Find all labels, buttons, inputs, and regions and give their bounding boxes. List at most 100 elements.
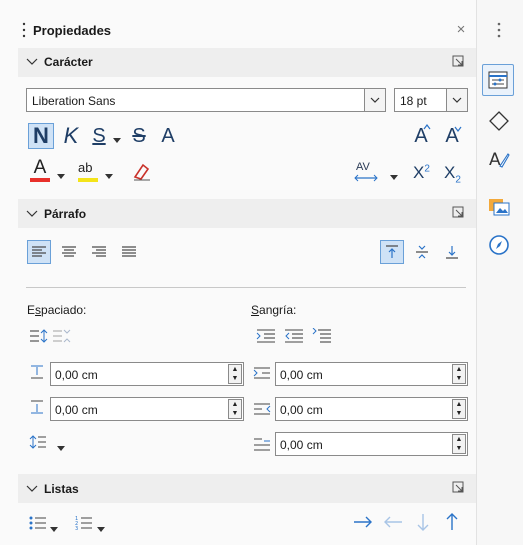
first-line-indent-icon bbox=[253, 437, 271, 456]
listas-section-title: Listas bbox=[44, 482, 79, 496]
above-spacing-field[interactable]: 0,00 cm bbox=[50, 362, 244, 386]
espaciado-label: Espaciado: bbox=[27, 303, 86, 317]
more-options-icon[interactable] bbox=[452, 206, 465, 222]
strikethrough-button[interactable]: S bbox=[128, 124, 150, 148]
sangria-label: Sangría: bbox=[251, 303, 296, 317]
below-spacing-field[interactable]: 0,00 cm bbox=[50, 397, 244, 421]
highlight-button[interactable]: ab bbox=[76, 159, 100, 183]
spin-up-icon[interactable]: ▲ bbox=[229, 400, 241, 409]
spin-up-icon[interactable]: ▲ bbox=[453, 435, 465, 444]
spin-up-icon[interactable]: ▲ bbox=[453, 400, 465, 409]
shrink-font-button[interactable]: A bbox=[441, 124, 463, 148]
font-color-dropdown-icon[interactable] bbox=[57, 169, 65, 183]
align-right-button[interactable] bbox=[87, 240, 111, 264]
first-line-indent-spinner[interactable]: ▲ ▼ bbox=[452, 434, 466, 454]
first-line-indent-field[interactable]: 0,00 cm bbox=[275, 432, 468, 456]
chevron-down-icon[interactable] bbox=[26, 208, 38, 222]
close-icon[interactable]: × bbox=[452, 20, 470, 38]
underline-dropdown-icon[interactable] bbox=[113, 133, 121, 147]
below-spacing-icon bbox=[29, 399, 45, 418]
subscript-button[interactable]: X2 bbox=[444, 163, 461, 185]
indent-after-icon bbox=[253, 402, 271, 419]
font-size-value: 18 pt bbox=[400, 94, 427, 108]
parrafo-section-header[interactable] bbox=[18, 199, 476, 228]
numbered-list-icon[interactable]: 123 bbox=[75, 515, 93, 534]
align-right-icon bbox=[92, 246, 106, 257]
font-size-combobox[interactable]: 18 pt bbox=[394, 88, 468, 112]
spacing-glyph: AV bbox=[356, 161, 370, 173]
more-options-icon[interactable] bbox=[452, 481, 465, 497]
align-middle-button[interactable] bbox=[410, 240, 434, 264]
properties-tab[interactable] bbox=[482, 64, 514, 96]
shadow-button[interactable]: A bbox=[157, 124, 179, 148]
justify-icon bbox=[122, 246, 136, 257]
spin-down-icon[interactable]: ▼ bbox=[453, 409, 465, 418]
shapes-tab[interactable] bbox=[486, 108, 512, 134]
drag-handle-icon[interactable] bbox=[22, 20, 26, 40]
decrease-indent-icon[interactable] bbox=[284, 328, 304, 347]
bold-button[interactable]: N bbox=[28, 123, 54, 149]
spin-up-icon[interactable]: ▲ bbox=[453, 365, 465, 374]
hanging-indent-icon[interactable] bbox=[312, 327, 332, 347]
move-down-arrow-icon[interactable] bbox=[414, 512, 432, 535]
spin-down-icon[interactable]: ▼ bbox=[453, 374, 465, 383]
bullet-list-dropdown-icon[interactable] bbox=[50, 522, 58, 536]
chevron-down-icon[interactable] bbox=[446, 89, 467, 111]
character-spacing-button[interactable]: AV bbox=[353, 160, 383, 184]
align-left-icon bbox=[32, 246, 46, 257]
decrease-spacing-icon[interactable] bbox=[52, 328, 72, 347]
gallery-icon bbox=[489, 199, 510, 216]
gallery-tab[interactable] bbox=[486, 193, 512, 219]
chevron-down-icon[interactable] bbox=[364, 89, 385, 111]
chevron-down-icon[interactable] bbox=[26, 483, 38, 497]
font-color-button[interactable]: A bbox=[28, 157, 52, 183]
spin-down-icon[interactable]: ▼ bbox=[229, 409, 241, 418]
subscript-exp: 2 bbox=[455, 174, 461, 186]
align-center-button[interactable] bbox=[57, 240, 81, 264]
justify-button[interactable] bbox=[117, 240, 141, 264]
bullet-list-icon[interactable] bbox=[29, 515, 47, 534]
move-up-arrow-icon[interactable] bbox=[443, 512, 461, 535]
clear-formatting-icon[interactable] bbox=[130, 160, 152, 185]
highlight-dropdown-icon[interactable] bbox=[105, 169, 113, 183]
spin-down-icon[interactable]: ▼ bbox=[229, 374, 241, 383]
spacing-dropdown-icon[interactable] bbox=[390, 170, 398, 184]
sangria-label-u: S bbox=[251, 303, 260, 317]
above-spacing-value: 0,00 cm bbox=[55, 368, 98, 382]
font-name-combobox[interactable]: Liberation Sans bbox=[26, 88, 386, 112]
styles-tab[interactable]: A bbox=[486, 146, 512, 172]
italic-button[interactable]: K bbox=[60, 123, 82, 148]
grow-font-button[interactable]: A bbox=[410, 124, 432, 148]
sidebar-menu-icon[interactable] bbox=[497, 22, 501, 41]
arrow-down-icon bbox=[454, 126, 462, 132]
panel-title: Propiedades bbox=[33, 23, 112, 38]
superscript-exp: 2 bbox=[424, 163, 430, 175]
increase-spacing-icon[interactable] bbox=[29, 328, 49, 347]
align-middle-icon bbox=[416, 245, 428, 259]
underline-button[interactable]: S bbox=[88, 124, 110, 148]
parrafo-section-title: Párrafo bbox=[44, 207, 87, 221]
superscript-button[interactable]: X2 bbox=[413, 163, 430, 183]
indent-before-field[interactable]: 0,00 cm bbox=[275, 362, 468, 386]
more-options-icon[interactable] bbox=[452, 55, 465, 71]
subscript-glyph: X bbox=[444, 163, 456, 182]
align-bottom-button[interactable] bbox=[440, 240, 464, 264]
listas-section-header[interactable] bbox=[18, 474, 476, 503]
align-left-button[interactable] bbox=[27, 240, 51, 264]
promote-arrow-icon[interactable] bbox=[382, 513, 404, 534]
indent-before-spinner[interactable]: ▲ ▼ bbox=[452, 364, 466, 384]
navigator-tab[interactable] bbox=[486, 232, 512, 258]
line-spacing-dropdown-icon[interactable] bbox=[57, 441, 65, 455]
line-spacing-icon[interactable] bbox=[29, 434, 47, 453]
chevron-down-icon[interactable] bbox=[26, 56, 38, 70]
align-top-button[interactable] bbox=[380, 240, 404, 264]
below-spacing-spinner[interactable]: ▲ ▼ bbox=[228, 399, 242, 419]
indent-after-field[interactable]: 0,00 cm bbox=[275, 397, 468, 421]
spin-down-icon[interactable]: ▼ bbox=[453, 444, 465, 453]
numbered-list-dropdown-icon[interactable] bbox=[97, 522, 105, 536]
spin-up-icon[interactable]: ▲ bbox=[229, 365, 241, 374]
increase-indent-icon[interactable] bbox=[256, 328, 276, 347]
above-spacing-spinner[interactable]: ▲ ▼ bbox=[228, 364, 242, 384]
indent-after-spinner[interactable]: ▲ ▼ bbox=[452, 399, 466, 419]
demote-arrow-icon[interactable] bbox=[352, 513, 374, 534]
